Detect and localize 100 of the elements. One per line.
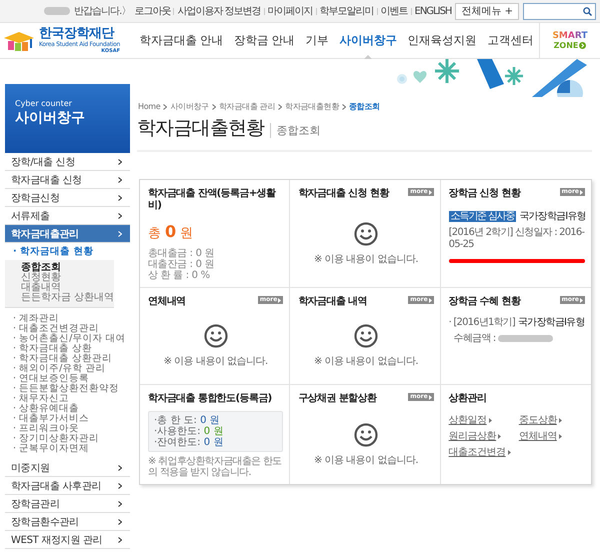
card-title: 연체내역 xyxy=(148,296,186,308)
term-label: · [2016년1학기] xyxy=(448,316,516,329)
search-icon xyxy=(583,6,592,16)
repayment-link[interactable]: 대출조건변경 xyxy=(448,445,511,459)
repayment-link[interactable]: 원리금상환 xyxy=(448,429,502,443)
sidebar-item[interactable]: 학자금대출 신청 xyxy=(5,171,130,189)
top-link[interactable]: 사업이용자 정보변경 xyxy=(177,4,260,18)
sidebar-subitem[interactable]: · 연대보증인등록 xyxy=(5,374,90,384)
sidebar-item[interactable]: 학자금대출관리 xyxy=(5,225,130,243)
search-field[interactable] xyxy=(523,2,596,20)
sidebar-item[interactable]: 장학금신청 xyxy=(5,189,130,207)
sidebar-subitem[interactable]: · 농어촌출신/무이자 대여 xyxy=(5,334,126,344)
sidebar-subitem[interactable]: 대출내역 xyxy=(21,283,61,293)
sidebar-subitem[interactable]: · 학자금대출 상환관리 xyxy=(5,354,112,364)
chevron-icon xyxy=(163,104,168,110)
chevron-icon xyxy=(118,212,122,218)
top-link[interactable]: 로그아웃 xyxy=(134,4,170,18)
sidebar-subitem[interactable]: · 계좌관리 xyxy=(5,314,60,324)
balance-line: 상 환 률 : 0 % xyxy=(148,270,210,281)
arrow-icon xyxy=(428,394,432,400)
limit-note: ※ 취업후상환학자금대출은 한도의 적용을 받지 않습니다. xyxy=(148,456,283,478)
sidebar-subitem[interactable]: · 대출부가서비스 xyxy=(5,414,90,424)
card-title: 학자금대출 통합한도(등록금) xyxy=(148,393,272,405)
sidebar-item[interactable]: WEST 재정지원 관리 xyxy=(5,531,130,549)
smiley-icon xyxy=(204,324,228,348)
nav-tab[interactable]: 학자금대출 안내 xyxy=(139,23,224,58)
limit-row: ·잔여한도: 0 원 xyxy=(154,437,224,448)
top-link[interactable]: 학부모알리미 xyxy=(320,4,374,18)
balance-line: 대출잔금 : 0 원 xyxy=(148,259,214,270)
chevron-icon xyxy=(118,230,122,236)
arrow-icon xyxy=(428,298,432,302)
empty-message: ※ 이용 내용이 없습니다. xyxy=(314,252,418,266)
breadcrumb-link[interactable]: 사이버창구 xyxy=(170,101,209,112)
breadcrumb-link[interactable]: Home xyxy=(138,102,160,111)
page-subtitle: 종합조회 xyxy=(270,123,320,138)
top-link[interactable]: 마이페이지 xyxy=(268,4,312,18)
arrow-icon xyxy=(580,298,583,302)
sidebar-subitem[interactable]: · 군복무이자면제 xyxy=(5,444,90,454)
repayment-link[interactable]: 연체내역 xyxy=(518,429,562,443)
limit-row: ·사용한도: 0 원 xyxy=(154,426,224,437)
breadcrumb-link[interactable]: 종합조회 xyxy=(349,101,380,112)
card-title: 장학금 신청 현황 xyxy=(448,188,520,200)
chevron-icon xyxy=(118,536,122,542)
greeting-text: 반갑습니다.〉 xyxy=(74,5,130,18)
smart-zone-button[interactable]: SMART ZONE xyxy=(539,23,600,58)
sidebar-subitem[interactable]: · 프리워크아웃 xyxy=(5,424,80,434)
redaction-bar xyxy=(498,334,554,342)
card-title: 장학금 수혜 현황 xyxy=(448,296,520,308)
nav-tab[interactable]: 인재육성지원 xyxy=(408,23,477,58)
sidebar-subitem[interactable]: · 학자금대출 상환 xyxy=(5,344,92,354)
chevron-icon xyxy=(118,482,122,488)
logo-name: 한국장학재단 xyxy=(39,27,116,41)
arrow-icon xyxy=(428,190,432,194)
limit-row: ·총 한 도: 0 원 xyxy=(154,415,220,426)
nav-tab[interactable]: 사이버창구 xyxy=(339,23,397,58)
top-link[interactable]: 이벤트 xyxy=(380,4,408,18)
sidebar-item[interactable]: 장학/대출 신청 xyxy=(5,153,130,171)
smiley-icon xyxy=(354,324,378,348)
sidebar-subitem[interactable]: · 채무자신고 xyxy=(5,394,70,404)
nav-tab[interactable]: 기부 xyxy=(305,23,328,58)
arrow-icon xyxy=(498,434,502,438)
empty-message: ※ 이용 내용이 없습니다. xyxy=(314,355,418,368)
card-title: 학자금대출 내역 xyxy=(298,296,368,308)
repayment-link[interactable]: 상환일정 xyxy=(448,413,492,427)
sidebar-caption: Cyber counter xyxy=(15,98,72,109)
amount-label: 수혜금액 : xyxy=(454,332,496,345)
card-title: 학자금대출 잔액(등록금+생활비) xyxy=(148,188,277,212)
scholarship-name: 국가장학금I유형 xyxy=(518,316,585,329)
sidebar-subitem[interactable]: 종합조회 xyxy=(21,263,61,273)
chevron-icon xyxy=(118,500,122,506)
logo-icon xyxy=(2,30,36,52)
breadcrumb-link[interactable]: 학자금대출 관리 xyxy=(218,101,276,112)
sidebar-subitem[interactable]: · 학자금대출 현황 xyxy=(5,243,114,258)
chevron-icon xyxy=(118,464,122,470)
sidebar-subitem[interactable]: · 장기미상환자관리 xyxy=(5,434,100,444)
sidebar-item[interactable]: 학자금대출 사후관리 xyxy=(5,477,130,495)
sidebar-subitem[interactable]: 든든학자금 상환내역 xyxy=(21,293,114,303)
chevron-icon xyxy=(118,194,122,200)
redaction-bar xyxy=(44,7,70,15)
sidebar-subitem[interactable]: 신청현황 xyxy=(21,273,61,283)
sidebar-subitem[interactable]: · 대출조건변경관리 xyxy=(5,324,100,334)
breadcrumb-link[interactable]: 학자금대출현황 xyxy=(285,101,340,112)
sidebar-subitem[interactable]: · 해외이주/유학 관리 xyxy=(5,364,106,374)
chevron-icon xyxy=(342,104,346,110)
sidebar-title: 사이버창구 xyxy=(15,109,85,127)
sidebar-subitem[interactable]: · 든든분할상환전환약정 xyxy=(5,384,120,394)
all-menu-button[interactable]: 전체메뉴 + xyxy=(455,2,519,20)
sidebar-item[interactable]: 장학금환수관리 xyxy=(5,513,130,531)
sidebar-item[interactable]: 미중지원 xyxy=(5,459,130,477)
card-title: 학자금대출 신청 현황 xyxy=(298,188,389,200)
top-link[interactable]: ENGLISH xyxy=(414,6,452,16)
card-title: 구상채권 분할상환 xyxy=(298,393,376,405)
chevron-icon xyxy=(118,518,122,524)
repayment-link[interactable]: 중도상환 xyxy=(518,413,562,427)
status-tag: 소득기준 심사중 xyxy=(448,210,516,222)
sidebar-item[interactable]: 장학금관리 xyxy=(5,495,130,513)
sidebar-subitem[interactable]: · 상환유예대출 xyxy=(5,404,80,414)
nav-tab[interactable]: 고객센터 xyxy=(488,23,534,58)
nav-tab[interactable]: 장학금 안내 xyxy=(234,23,295,58)
smiley-icon xyxy=(354,422,378,446)
